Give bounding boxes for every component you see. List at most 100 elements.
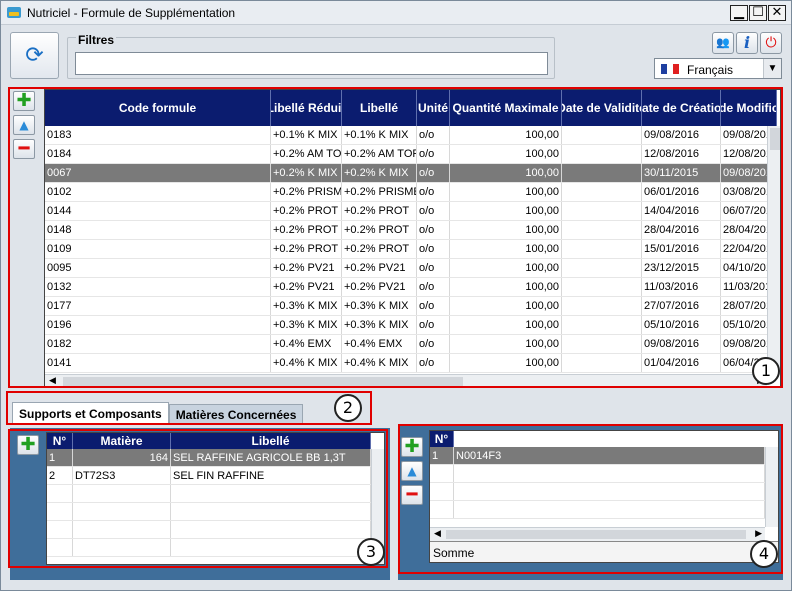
material-cell (430, 483, 454, 500)
formula-cell: 100,00 (450, 335, 562, 353)
material-row[interactable] (430, 465, 765, 483)
formula-cell: 100,00 (450, 221, 562, 239)
component-row[interactable] (47, 521, 371, 539)
horizontal-scrollbar[interactable]: ◀ ▶ (45, 374, 767, 386)
formula-row[interactable]: 0144 +0.2% PROT +0.2% PROT o/o 100,00 14/04/2… (45, 202, 777, 221)
tab-matieres-concernees[interactable]: Matières Concernées (168, 404, 304, 424)
formula-row[interactable]: 0109 +0.2% PROT +0.2% PROT o/o 100,00 15/01/2… (45, 240, 777, 259)
component-cell (73, 521, 171, 538)
formula-column-header[interactable]: Date de Validité (562, 90, 642, 126)
formula-cell: +0.1% K MIX (271, 126, 342, 144)
formula-row[interactable]: 0148 +0.2% PROT +0.2% PROT o/o 100,00 28/04/2… (45, 221, 777, 240)
formula-grid[interactable]: Code formule Libellé Réduit Libellé Unité Qu… (44, 89, 781, 387)
materials-grid[interactable]: N° 1 N0014F3 ◀ ▶ Somme (429, 430, 779, 563)
components-grid-header: N° Matière Libellé (47, 433, 371, 449)
formula-cell: 01/04/2016 (642, 354, 721, 372)
vertical-scrollbar[interactable] (767, 126, 780, 374)
component-cell: 2 (47, 467, 73, 484)
component-column-header[interactable]: N° (47, 433, 73, 449)
move-material-up-button[interactable]: ▲ (401, 461, 423, 481)
filter-input[interactable] (75, 52, 548, 75)
users-button[interactable]: 👥 (712, 32, 734, 54)
filters-group: Filtres (67, 33, 555, 79)
formula-cell (562, 297, 642, 315)
formula-column-header[interactable]: Libellé (342, 90, 417, 126)
plus-icon: ✚ (16, 90, 32, 111)
language-select[interactable]: Français ▼ (654, 58, 782, 79)
remove-formula-button[interactable]: ━ (13, 139, 35, 159)
move-up-button[interactable]: ▲ (13, 115, 35, 135)
formula-row[interactable]: 0141 +0.4% K MIX +0.4% K MIX o/o 100,00 01/04… (45, 354, 777, 373)
refresh-button[interactable]: ⟳ (10, 32, 59, 79)
power-button[interactable]: ⏻ (760, 32, 782, 54)
formula-cell: 0184 (45, 145, 271, 163)
formula-row[interactable]: 0177 +0.3% K MIX +0.3% K MIX o/o 100,00 27/07… (45, 297, 777, 316)
formula-column-header[interactable]: Date de Modification (721, 90, 777, 126)
formula-column-header[interactable]: Libellé Réduit (271, 90, 342, 126)
refresh-icon: ⟳ (25, 43, 44, 68)
material-row[interactable] (430, 483, 765, 501)
formula-cell (562, 335, 642, 353)
formula-cell: 0109 (45, 240, 271, 258)
chevron-down-icon[interactable]: ▼ (763, 59, 781, 78)
formula-row[interactable]: 0184 +0.2% AM TOP +0.2% AM TOP o/o 100,00 12/… (45, 145, 777, 164)
component-row[interactable] (47, 485, 371, 503)
formula-cell: 14/04/2016 (642, 202, 721, 220)
formula-row[interactable]: 0183 +0.1% K MIX +0.1% K MIX o/o 100,00 09/08… (45, 126, 777, 145)
remove-material-button[interactable]: ━ (401, 485, 423, 505)
formula-cell: o/o (417, 164, 450, 182)
minimize-button[interactable]: ▁ (730, 5, 748, 21)
component-row[interactable] (47, 539, 371, 557)
component-row[interactable]: 1 164 SEL RAFFINE AGRICOLE BB 1,3T (47, 449, 371, 467)
components-grid[interactable]: N° Matière Libellé 1 164 SEL RAFFINE AGRICOL… (46, 432, 385, 565)
scroll-right-icon[interactable]: ▶ (755, 528, 762, 539)
language-value: Français (687, 63, 734, 77)
formula-cell: o/o (417, 259, 450, 277)
component-cell: 1 (47, 449, 73, 466)
maximize-button[interactable]: ☐ (749, 5, 767, 21)
material-cell (454, 465, 765, 482)
material-row[interactable] (430, 501, 765, 519)
scroll-left-icon[interactable]: ◀ (49, 375, 56, 386)
formula-column-header[interactable]: Date de Création (642, 90, 721, 126)
formula-cell: +0.2% AM TOP (342, 145, 417, 163)
formula-column-header[interactable]: Unité (417, 90, 450, 126)
formula-cell: +0.2% K MIX (271, 164, 342, 182)
formula-row[interactable]: 0182 +0.4% EMX +0.4% EMX o/o 100,00 09/08/201… (45, 335, 777, 354)
component-row[interactable]: 2 DT72S3 SEL FIN RAFFINE (47, 467, 371, 485)
formula-cell: 100,00 (450, 183, 562, 201)
formula-row[interactable]: 0132 +0.2% PV21 +0.2% PV21 o/o 100,00 11/03/2… (45, 278, 777, 297)
component-column-header[interactable]: Libellé (171, 433, 371, 449)
formula-column-header[interactable]: Code formule (45, 90, 271, 126)
formula-cell: 0148 (45, 221, 271, 239)
formula-row[interactable]: 0196 +0.3% K MIX +0.3% K MIX o/o 100,00 05/10… (45, 316, 777, 335)
close-button[interactable]: ✕ (768, 5, 786, 21)
add-formula-button[interactable]: ✚ (13, 91, 35, 111)
formula-row[interactable]: 0067 +0.2% K MIX +0.2% K MIX o/o 100,00 30/11… (45, 164, 777, 183)
scroll-thumb[interactable] (446, 530, 746, 539)
materials-vertical-scrollbar[interactable] (765, 447, 778, 527)
component-column-header[interactable]: Matière (73, 433, 171, 449)
annotation-4: 4 (750, 540, 778, 568)
scroll-up-icon[interactable] (770, 128, 780, 150)
formula-cell: +0.2% PV21 (342, 259, 417, 277)
info-button[interactable]: i (736, 32, 758, 54)
formula-cell (562, 354, 642, 372)
scroll-thumb[interactable] (63, 377, 463, 386)
formula-row[interactable]: 0095 +0.2% PV21 +0.2% PV21 o/o 100,00 23/12/2… (45, 259, 777, 278)
scroll-left-icon[interactable]: ◀ (434, 528, 441, 539)
formula-row[interactable]: 0102+0.2% PRISME+0.2% PRISMEo/o100,0006/… (45, 183, 777, 202)
add-material-button[interactable]: ✚ (401, 437, 423, 457)
formula-cell: o/o (417, 145, 450, 163)
material-row[interactable]: 1 N0014F3 (430, 447, 765, 465)
add-component-button[interactable]: ✚ (17, 435, 39, 455)
component-cell (73, 485, 171, 502)
material-cell (430, 501, 454, 518)
formula-cell: +0.3% K MIX (342, 297, 417, 315)
tab-supports-composants[interactable]: Supports et Composants (12, 402, 169, 424)
formula-column-header[interactable]: Quantité Maximale (450, 90, 562, 126)
materials-horizontal-scrollbar[interactable]: ◀ ▶ (430, 527, 765, 541)
formula-cell: 100,00 (450, 202, 562, 220)
component-row[interactable] (47, 503, 371, 521)
material-column-header[interactable]: N° (430, 431, 454, 447)
